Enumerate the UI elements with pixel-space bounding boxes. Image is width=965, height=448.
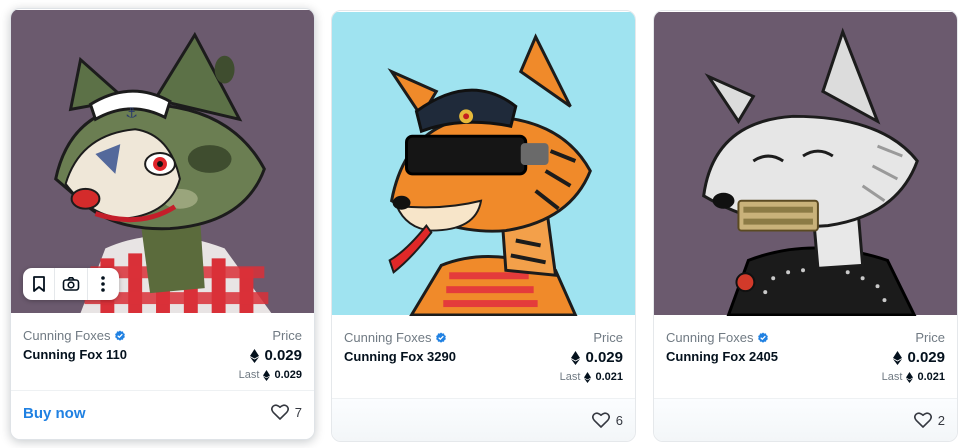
token-name[interactable]: Cunning Fox 110 (23, 347, 127, 362)
nft-image[interactable] (332, 11, 635, 316)
heart-icon (270, 404, 289, 420)
fox-2405-artwork (654, 12, 957, 316)
verified-badge-icon (115, 330, 126, 341)
last-sale-label: Last (559, 371, 581, 383)
favorite-button[interactable]: 7 (270, 404, 302, 420)
last-sale-value: 0.021 (917, 371, 945, 383)
card-footer: Buy now 7 (11, 390, 314, 439)
price-value: 0.029 (264, 347, 302, 364)
last-sale: Last 0.021 (882, 371, 945, 383)
collection-name[interactable]: Cunning Foxes (666, 330, 769, 345)
favorite-button[interactable]: 6 (591, 412, 623, 428)
collection-name[interactable]: Cunning Foxes (344, 330, 447, 345)
last-sale-label: Last (881, 371, 903, 383)
current-price: 0.029 (893, 349, 945, 366)
like-count: 7 (294, 404, 302, 420)
verified-badge-icon (758, 332, 769, 343)
last-sale-value: 0.029 (274, 369, 302, 381)
ethereum-icon (250, 348, 260, 363)
card-info: Cunning Foxes Cunning Fox 2405 Price 0.0… (654, 316, 957, 402)
last-sale: Last 0.029 (239, 369, 302, 381)
card-info: Cunning Foxes Cunning Fox 110 Price 0.02… (11, 314, 314, 400)
nft-image[interactable] (654, 11, 957, 316)
collection-label: Cunning Foxes (666, 330, 754, 345)
heart-icon (591, 412, 610, 428)
collection-label: Cunning Foxes (23, 328, 111, 343)
nft-card[interactable]: ⚓ Cunning Foxes Cunning Fox 110 Price 0.… (10, 8, 315, 440)
ethereum-icon (584, 371, 592, 383)
token-name[interactable]: Cunning Fox 3290 (344, 349, 456, 364)
price-label: Price (915, 330, 945, 345)
more-vertical-icon (101, 276, 106, 292)
like-count: 6 (615, 412, 623, 428)
card-action-toolbar (23, 268, 119, 300)
view-image-button[interactable] (54, 268, 86, 300)
like-count: 2 (937, 412, 945, 428)
last-sale-value: 0.021 (595, 371, 623, 383)
current-price: 0.029 (250, 347, 302, 364)
buy-now-button[interactable]: Buy now (23, 405, 86, 422)
more-options-button[interactable] (86, 268, 119, 300)
card-footer: 6 (332, 398, 635, 441)
price-label: Price (272, 328, 302, 343)
collection-label: Cunning Foxes (344, 330, 432, 345)
nft-card[interactable]: Cunning Foxes Cunning Fox 3290 Price 0.0… (331, 10, 636, 442)
favorite-button[interactable]: 2 (913, 412, 945, 428)
verified-badge-icon (436, 332, 447, 343)
collection-name[interactable]: Cunning Foxes (23, 328, 126, 343)
heart-icon (913, 412, 932, 428)
bookmark-icon (32, 276, 45, 292)
card-info: Cunning Foxes Cunning Fox 3290 Price 0.0… (332, 316, 635, 402)
camera-icon (62, 277, 80, 291)
current-price: 0.029 (571, 349, 623, 366)
token-name[interactable]: Cunning Fox 2405 (666, 349, 778, 364)
ethereum-icon (571, 350, 581, 365)
last-sale-label: Last (238, 369, 260, 381)
card-footer: 2 (654, 398, 957, 441)
ethereum-icon (263, 369, 271, 381)
ethereum-icon (893, 350, 903, 365)
price-label: Price (593, 330, 623, 345)
last-sale: Last 0.021 (560, 371, 623, 383)
fox-3290-artwork (332, 12, 635, 316)
svg-text:⚓: ⚓ (125, 105, 137, 121)
price-value: 0.029 (585, 349, 623, 366)
nft-card[interactable]: Cunning Foxes Cunning Fox 2405 Price 0.0… (653, 10, 958, 442)
bookmark-button[interactable] (23, 268, 54, 300)
ethereum-icon (906, 371, 914, 383)
price-value: 0.029 (907, 349, 945, 366)
